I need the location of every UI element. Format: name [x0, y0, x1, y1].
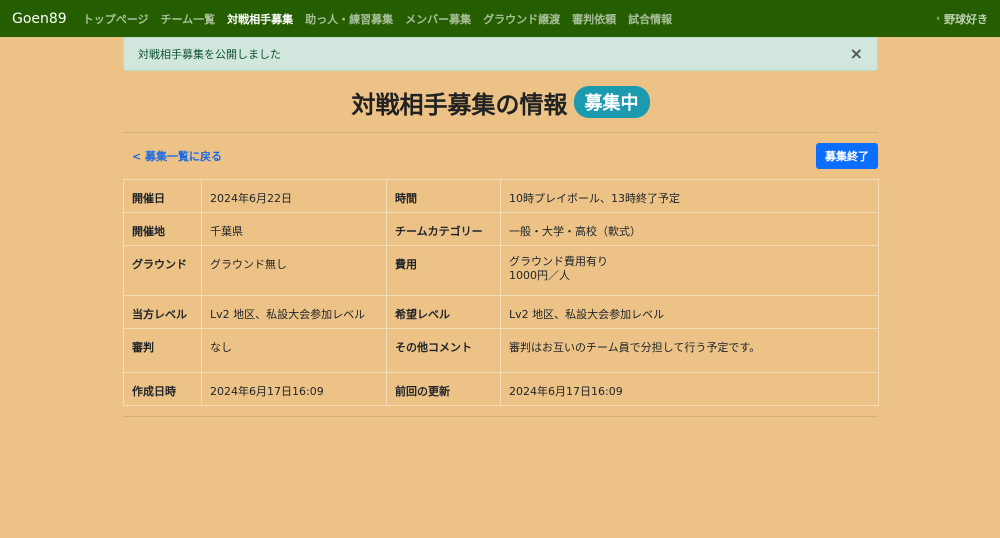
nav-link-top[interactable]: トップページ	[83, 11, 149, 27]
page-heading: 対戦相手募集の情報 募集中	[123, 82, 878, 122]
umpire-label: 審判	[123, 328, 202, 373]
nav-link-member-recruit[interactable]: メンバー募集	[405, 11, 471, 27]
table-row: グラウンド グラウンド無し 費用 グラウンド費用有り 1000円／人	[123, 245, 879, 296]
table-row: 開催日 2024年6月22日 時間 10時プレイボール、13時終了予定	[123, 179, 879, 213]
nav-link-teams[interactable]: チーム一覧	[161, 11, 216, 27]
fee-label: 費用	[386, 245, 501, 296]
nav-link-opponent-recruit[interactable]: 対戦相手募集	[227, 11, 293, 27]
status-badge: 募集中	[573, 86, 650, 118]
top-navbar: Goen89 トップページ チーム一覧 対戦相手募集 助っ人・練習募集 メンバー…	[0, 0, 1000, 37]
category-label: チームカテゴリー	[386, 212, 501, 246]
wanted-level-label: 希望レベル	[386, 295, 501, 329]
date-label: 開催日	[123, 179, 202, 213]
alert-message: 対戦相手募集を公開しました	[138, 48, 281, 61]
nav-link-ground-transfer[interactable]: グラウンド譲渡	[483, 11, 560, 27]
close-recruitment-button[interactable]: 募集終了	[816, 143, 878, 169]
fee-value-line-1: グラウンド費用有り	[509, 255, 608, 268]
time-value: 10時プレイボール、13時終了予定	[500, 179, 879, 213]
date-value: 2024年6月22日	[201, 179, 387, 213]
nav-links: トップページ チーム一覧 対戦相手募集 助っ人・練習募集 メンバー募集 グラウン…	[83, 11, 672, 27]
ground-value: グラウンド無し	[201, 245, 387, 296]
place-label: 開催地	[123, 212, 202, 246]
back-to-list-link[interactable]: < 募集一覧に戻る	[132, 148, 222, 164]
time-label: 時間	[386, 179, 501, 213]
place-value: 千葉県	[201, 212, 387, 246]
divider	[123, 416, 878, 417]
user-name: 野球好き	[944, 12, 988, 26]
close-icon[interactable]: ×	[850, 46, 863, 62]
updated-value: 2024年6月17日16:09	[500, 372, 879, 406]
updated-label: 前回の更新	[386, 372, 501, 406]
comment-value: 審判はお互いのチーム員で分担して行う予定です。	[500, 328, 879, 373]
table-row: 開催地 千葉県 チームカテゴリー 一般・大学・高校（軟式）	[123, 212, 879, 246]
chevron-left-icon: ‹	[936, 13, 940, 24]
success-alert: 対戦相手募集を公開しました ×	[123, 37, 878, 71]
action-row: < 募集一覧に戻る 募集終了	[123, 133, 878, 179]
created-label: 作成日時	[123, 372, 202, 406]
main-container: 対戦相手募集を公開しました × 対戦相手募集の情報 募集中 < 募集一覧に戻る …	[123, 37, 879, 417]
umpire-value: なし	[201, 328, 387, 373]
page-title: 対戦相手募集の情報	[351, 90, 568, 119]
ground-label: グラウンド	[123, 245, 202, 296]
created-value: 2024年6月17日16:09	[201, 372, 387, 406]
fee-value-line-2: 1000円／人	[509, 269, 570, 282]
wanted-level-value: Lv2 地区、私設大会参加レベル	[500, 295, 879, 329]
comment-label: その他コメント	[386, 328, 501, 373]
category-value: 一般・大学・高校（軟式）	[500, 212, 879, 246]
our-level-value: Lv2 地区、私設大会参加レベル	[201, 295, 387, 329]
brand-logo[interactable]: Goen89	[12, 11, 67, 27]
user-menu[interactable]: ‹ 野球好き	[936, 11, 988, 27]
our-level-label: 当方レベル	[123, 295, 202, 329]
table-row: 審判 なし その他コメント 審判はお互いのチーム員で分担して行う予定です。	[123, 328, 879, 373]
recruit-details-table: 開催日 2024年6月22日 時間 10時プレイボール、13時終了予定 開催地 …	[123, 179, 879, 406]
nav-link-helper-recruit[interactable]: 助っ人・練習募集	[305, 11, 393, 27]
fee-value: グラウンド費用有り 1000円／人	[500, 245, 879, 296]
nav-link-match-info[interactable]: 試合情報	[628, 11, 672, 27]
table-row: 当方レベル Lv2 地区、私設大会参加レベル 希望レベル Lv2 地区、私設大会…	[123, 295, 879, 329]
table-row: 作成日時 2024年6月17日16:09 前回の更新 2024年6月17日16:…	[123, 372, 879, 406]
nav-link-umpire-request[interactable]: 審判依頼	[572, 11, 616, 27]
